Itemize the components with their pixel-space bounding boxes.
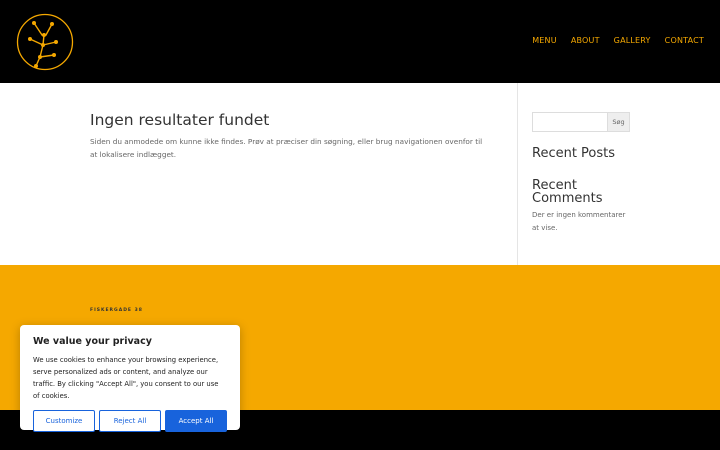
- search-form: Søg: [532, 112, 632, 132]
- main-nav: MENU ABOUT GALLERY CONTACT: [532, 36, 704, 45]
- accept-all-button[interactable]: Accept All: [165, 410, 227, 432]
- nav-item-gallery[interactable]: GALLERY: [614, 36, 651, 45]
- recent-comments-title: Recent Comments: [532, 178, 603, 206]
- customize-button[interactable]: Customize: [33, 410, 95, 432]
- search-input[interactable]: [532, 112, 607, 132]
- cookie-title: We value your privacy: [33, 336, 152, 347]
- no-results-message: Siden du anmodede om kunne ikke findes. …: [90, 137, 483, 159]
- sidebar-divider: [517, 83, 518, 265]
- recent-comments-empty: Der er ingen kommentarer at vise.: [532, 211, 626, 232]
- nav-item-contact[interactable]: CONTACT: [665, 36, 704, 45]
- site-header: MENU ABOUT GALLERY CONTACT: [0, 0, 720, 83]
- page-title: Ingen resultater fundet: [90, 111, 270, 129]
- nav-item-menu[interactable]: MENU: [532, 36, 557, 45]
- cookie-buttons: Customize Reject All Accept All: [33, 410, 227, 432]
- reject-all-button[interactable]: Reject All: [99, 410, 161, 432]
- constellation-logo-icon[interactable]: [16, 13, 74, 71]
- footer-address: FISKERGADE 38: [90, 308, 143, 313]
- sidebar: Søg Recent Posts Recent Comments Der er …: [532, 112, 632, 235]
- content-area: Ingen resultater fundet Siden du anmoded…: [0, 83, 720, 265]
- recent-posts-title: Recent Posts: [532, 146, 616, 161]
- cookie-text: We use cookies to enhance your browsing …: [33, 356, 219, 400]
- nav-item-about[interactable]: ABOUT: [571, 36, 600, 45]
- main-column: Ingen resultater fundet Siden du anmoded…: [90, 111, 490, 161]
- search-button[interactable]: Søg: [607, 112, 630, 132]
- cookie-consent-banner: We value your privacy We use cookies to …: [20, 325, 240, 432]
